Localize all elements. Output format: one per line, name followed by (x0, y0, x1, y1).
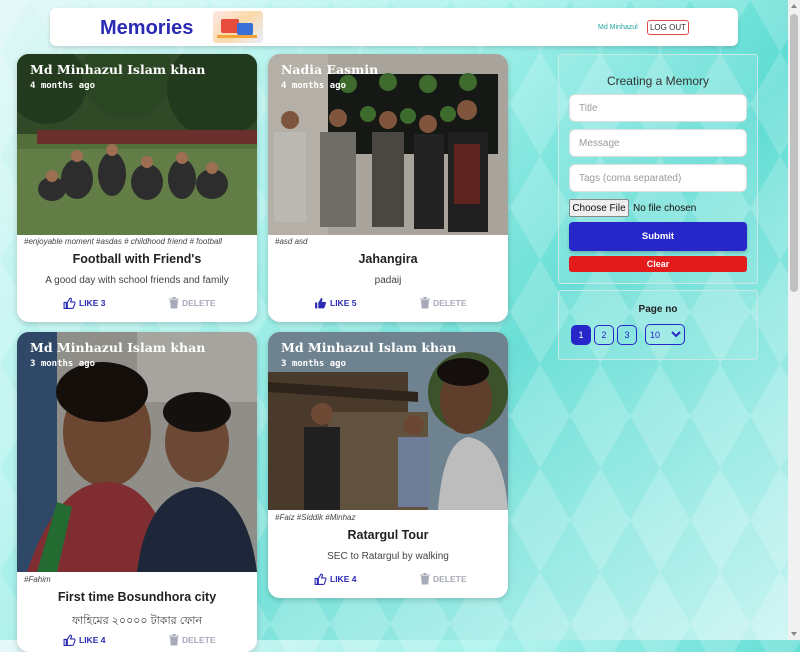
thumb-up-outline-icon (63, 634, 76, 646)
post-card: Nadia Easmin 4 months ago #asd asd Jahan… (268, 54, 508, 322)
post-author: Nadia Easmin (281, 62, 379, 77)
like-label: LIKE 4 (79, 635, 106, 645)
post-title: Jahangira (358, 252, 418, 266)
form-title: Creating a Memory (606, 74, 710, 88)
post-tags: #Fahim (24, 575, 51, 584)
pagination-label: Page no (638, 304, 678, 315)
delete-button[interactable]: DELETE (169, 634, 216, 646)
delete-button[interactable]: DELETE (169, 297, 216, 309)
like-button[interactable]: LIKE 4 (63, 634, 105, 646)
like-label: LIKE 4 (330, 574, 357, 584)
post-message: A good day with school friends and famil… (45, 275, 229, 286)
post-author: Md Minhazul Islam khan (30, 62, 206, 77)
like-label: LIKE 5 (330, 298, 357, 308)
clear-button[interactable]: Clear (569, 256, 747, 272)
post-title: Ratargul Tour (347, 528, 429, 542)
per-page-select[interactable]: 10 (645, 324, 685, 345)
post-message: ফাহিমের ২০০০০ টাকার ফোন (71, 615, 203, 627)
file-status: No file chosen (633, 202, 697, 214)
thumb-up-outline-icon (314, 573, 327, 585)
delete-button[interactable]: DELETE (420, 297, 467, 309)
thumb-up-outline-icon (63, 297, 76, 309)
app-bar: Memories Md Minhazul LOG OUT (50, 8, 738, 46)
page-scrollbar[interactable] (788, 0, 800, 640)
delete-button[interactable]: DELETE (420, 573, 467, 585)
post-title: Football with Friend's (72, 252, 202, 266)
choose-file-button[interactable]: Choose File (569, 199, 629, 217)
like-button[interactable]: LIKE 4 (314, 573, 356, 585)
delete-label: DELETE (433, 298, 467, 308)
post-card: Md Minhazul Islam khan 3 months ago #Fai… (268, 332, 508, 598)
scroll-up-arrow-icon[interactable] (791, 4, 797, 8)
post-author: Md Minhazul Islam khan (30, 340, 206, 355)
title-input[interactable] (569, 94, 747, 122)
delete-label: DELETE (182, 635, 216, 645)
post-card: Md Minhazul Islam khan 3 months ago #Fah… (17, 332, 257, 652)
brand-title[interactable]: Memories (100, 17, 193, 40)
scrollbar-thumb[interactable] (790, 14, 798, 292)
thumb-up-filled-icon (314, 297, 327, 309)
trash-icon (420, 297, 430, 309)
post-time: 3 months ago (281, 359, 347, 369)
delete-label: DELETE (433, 574, 467, 584)
delete-label: DELETE (182, 298, 216, 308)
page-button-3[interactable]: 3 (617, 325, 637, 345)
like-button[interactable]: LIKE 5 (314, 297, 356, 309)
post-message: padaij (374, 275, 402, 286)
post-time: 3 months ago (30, 359, 96, 369)
post-tags: #Faiz #Siddik #Minhaz (275, 513, 356, 522)
post-title: First time Bosundhora city (57, 590, 217, 604)
like-button[interactable]: LIKE 3 (63, 297, 105, 309)
post-author: Md Minhazul Islam khan (281, 340, 457, 355)
username-label: Md Minhazul (598, 24, 638, 31)
message-input[interactable] (569, 129, 747, 157)
memories-logo-image (213, 11, 263, 43)
trash-icon (169, 634, 179, 646)
pagination-panel: Page no 1 2 3 10 (558, 290, 758, 360)
page-button-2[interactable]: 2 (594, 325, 614, 345)
file-picker: Choose File No file chosen (569, 199, 696, 217)
post-message: SEC to Ratargul by walking (327, 551, 449, 562)
post-tags: #enjoyable moment #asdas # childhood fri… (24, 237, 222, 246)
create-memory-form: Creating a Memory Choose File No file ch… (558, 54, 758, 284)
page-button-1[interactable]: 1 (571, 325, 591, 345)
logout-button[interactable]: LOG OUT (647, 20, 689, 35)
post-time: 4 months ago (30, 81, 96, 91)
like-label: LIKE 3 (79, 298, 106, 308)
tags-input[interactable] (569, 164, 747, 192)
scroll-down-arrow-icon[interactable] (791, 632, 797, 636)
post-card: Md Minhazul Islam khan 4 months ago #enj… (17, 54, 257, 322)
submit-button[interactable]: Submit (569, 222, 747, 251)
post-time: 4 months ago (281, 81, 347, 91)
post-tags: #asd asd (275, 237, 308, 246)
trash-icon (420, 573, 430, 585)
trash-icon (169, 297, 179, 309)
